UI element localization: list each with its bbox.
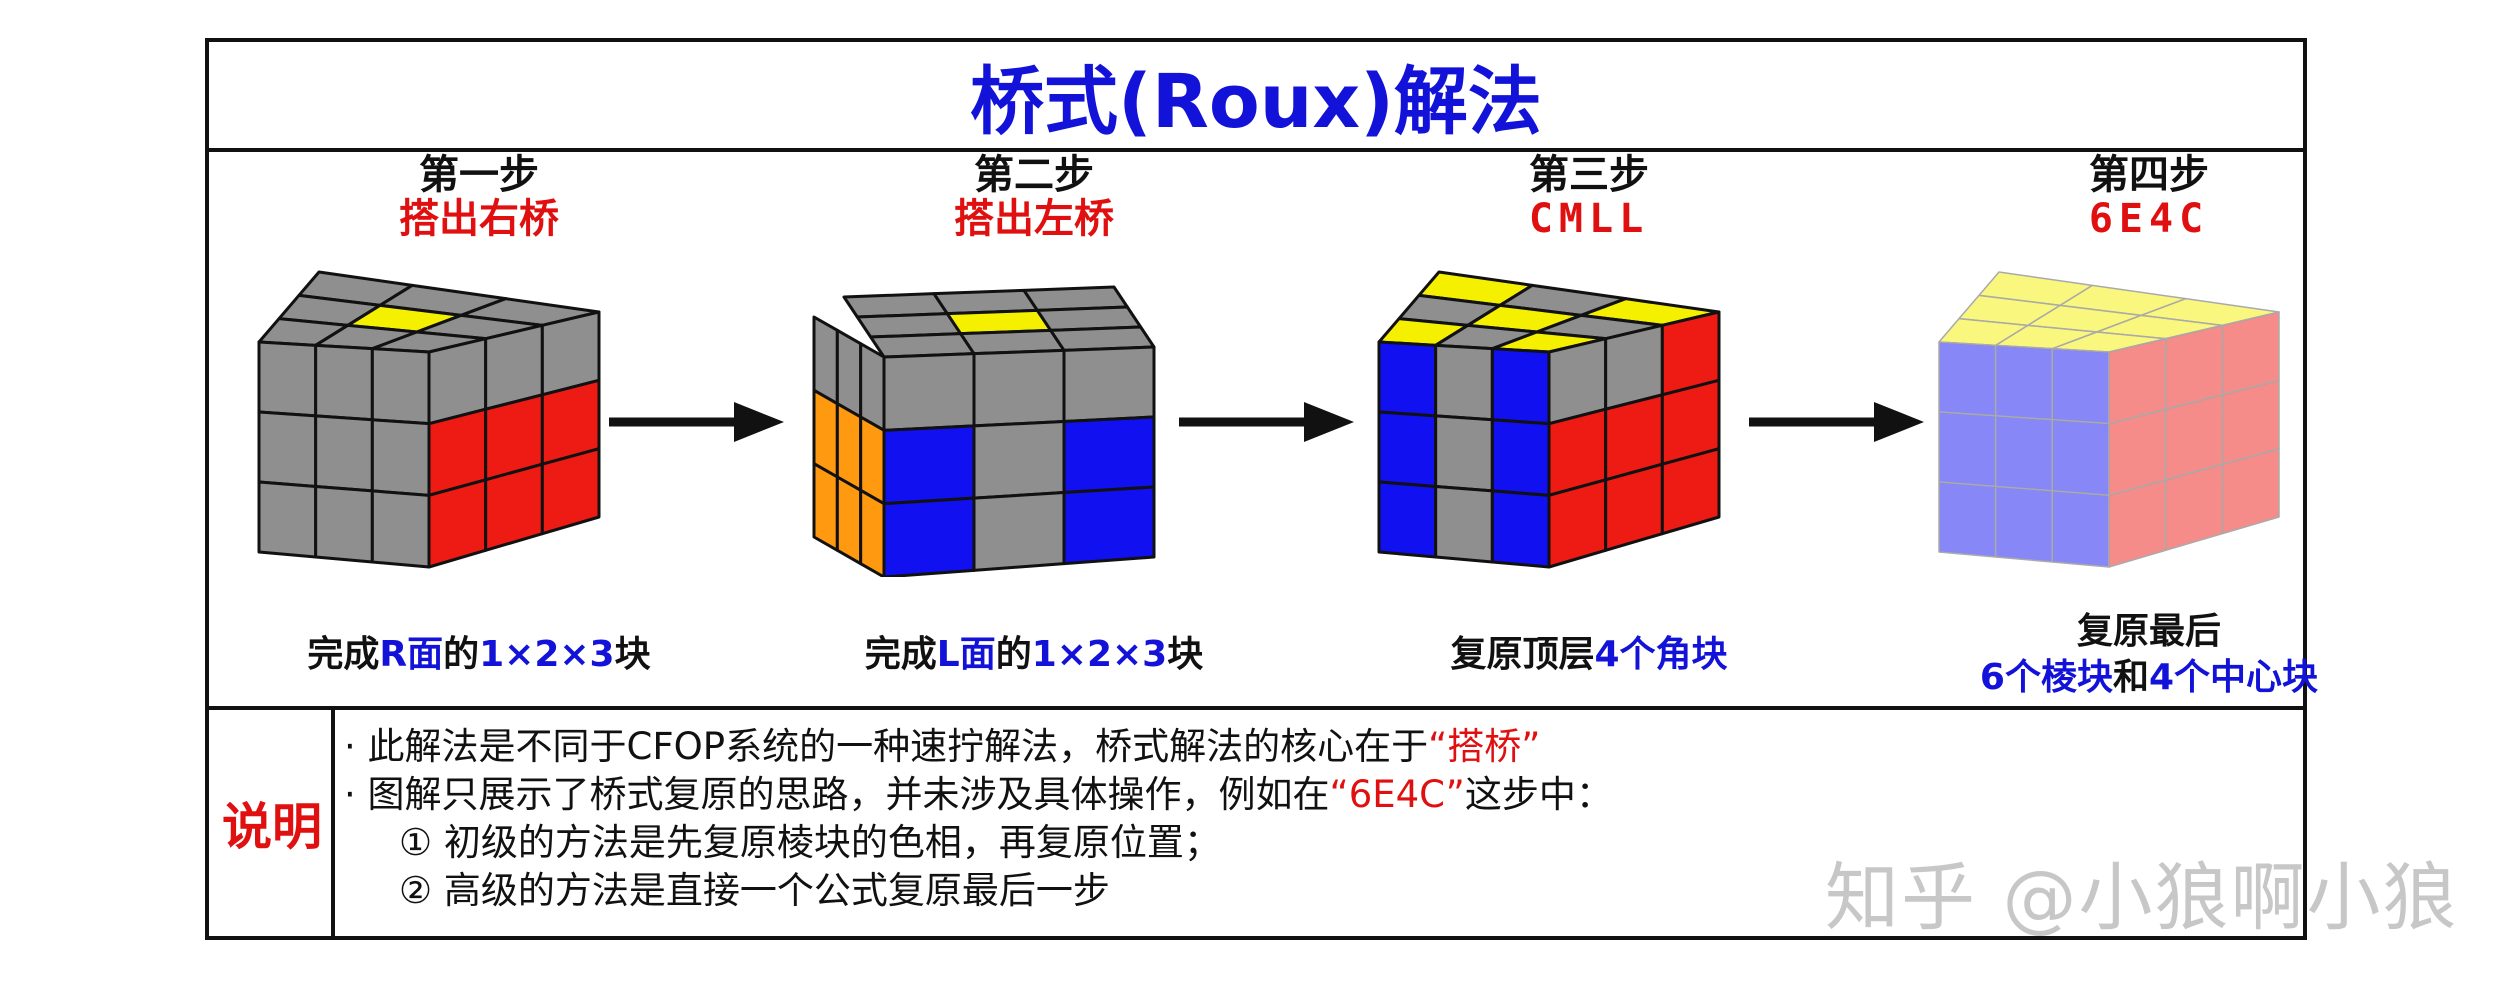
step-3-number: 第三步 [1529, 152, 1649, 198]
notes-label: 说明 [222, 798, 322, 856]
step-2-name: 搭出左桥 [954, 196, 1114, 242]
cube-front-sticker [972, 348, 1066, 428]
cube-right-sticker [2221, 447, 2280, 535]
step-1-number: 第一步 [419, 152, 539, 198]
page-title: 桥式(Roux)解法 [970, 58, 1542, 145]
cube-front-sticker [972, 419, 1066, 500]
cube-left-sticker [859, 488, 886, 577]
cube-front-sticker [1377, 340, 1438, 418]
cube-right-sticker [427, 478, 488, 569]
step-4-header: 第四步 6E4C [1869, 153, 2429, 241]
cube-front-sticker [1377, 480, 1438, 559]
step-2-cube-icon [812, 285, 1156, 577]
cube-front-sticker [1490, 489, 1551, 569]
cube-front-sticker [1938, 481, 1997, 558]
cube-front-sticker [2051, 347, 2110, 425]
cube-front-sticker [314, 343, 374, 422]
cube-right-sticker [540, 447, 601, 536]
step-1-header: 第一步 搭出右桥 [199, 153, 759, 241]
step-1-name: 搭出右桥 [399, 196, 559, 242]
cube-front-sticker [1994, 344, 2054, 421]
note-line-3: ① 初级的方法是先复原棱块的色相，再复原位置； [399, 821, 1221, 864]
arrow-right-icon [1749, 402, 1924, 442]
cube-front-sticker [882, 424, 976, 506]
diagram-frame: 桥式(Roux)解法 第一步 搭出右桥 完成R面的1×2×3块 第二步 搭出左桥… [205, 38, 2318, 940]
arrow-right-icon [609, 402, 784, 442]
cube-front-sticker [370, 347, 431, 426]
cube-left-sticker [835, 475, 863, 566]
cube-right-sticker [484, 462, 544, 552]
cube-front-sticker [1377, 410, 1438, 488]
cube-front-sticker [1938, 411, 1997, 488]
step-4-cube-icon [1938, 271, 2280, 568]
cube-front-sticker [1062, 415, 1156, 495]
step-4-number: 第四步 [2089, 152, 2209, 198]
note-line-2: · 图解只展示了桥式复原的思路，并未涉及具体操作，例如在“6E4C”这步中： [344, 773, 1613, 816]
cube-right-sticker [1604, 462, 1664, 552]
cube-front-sticker [882, 496, 976, 577]
step-2-caption: 完成L面的1×2×3块 [864, 634, 1204, 675]
cube-front-sticker [1062, 485, 1156, 566]
note-line-4: ② 高级的方法是直接一个公式复原最后一步 [399, 869, 1110, 912]
cube-front-sticker [314, 484, 374, 564]
cube-front-sticker [1994, 485, 2054, 563]
cube-right-sticker [2164, 463, 2224, 552]
step-2-number: 第二步 [974, 152, 1094, 198]
cube-right-sticker [1660, 447, 1721, 536]
step-4-caption: 复原最后 6个棱块和4个中心块 [1979, 611, 2319, 698]
cube-front-sticker [882, 352, 976, 432]
note-line-1: · 此解法是不同于CFOP系统的一种速拧解法，桥式解法的核心在于“搭桥” [344, 725, 1541, 768]
step-2-header: 第二步 搭出左桥 [754, 153, 1314, 241]
step-3-header: 第三步 CMLL [1309, 153, 1869, 241]
step-3-name: CMLL [1528, 196, 1650, 242]
step-3-caption: 复原顶层4个角块 [1450, 634, 1728, 675]
cube-front-sticker [1490, 347, 1551, 426]
step-3-cube-icon [1377, 270, 1721, 569]
cube-front-sticker [1490, 418, 1551, 497]
step-1-caption: 完成R面的1×2×3块 [307, 634, 651, 675]
cube-front-sticker [1938, 341, 1997, 417]
arrow-right-icon [1179, 402, 1354, 442]
cube-front-sticker [1434, 484, 1494, 564]
cube-front-sticker [2051, 419, 2110, 497]
cube-front-sticker [1994, 415, 2054, 492]
step-1-cube-icon [257, 270, 601, 569]
cube-front-sticker [257, 480, 318, 559]
cube-right-sticker [2108, 479, 2167, 568]
cube-front-sticker [1434, 343, 1494, 422]
cube-front-sticker [1062, 345, 1156, 423]
cube-front-sticker [257, 340, 318, 418]
cube-right-sticker [1547, 478, 1608, 569]
step-4-name: 6E4C [2088, 196, 2210, 242]
cube-front-sticker [1434, 414, 1494, 493]
cube-front-sticker [257, 410, 318, 488]
notes-divider [209, 706, 2303, 710]
cube-front-sticker [972, 491, 1066, 572]
watermark: 知乎 @小狼啊小狼 [1825, 855, 2459, 941]
cube-front-sticker [370, 489, 431, 569]
cube-front-sticker [370, 418, 431, 497]
cube-front-sticker [314, 414, 374, 493]
cube-front-sticker [2051, 490, 2110, 568]
cube-left-sticker [812, 462, 839, 552]
